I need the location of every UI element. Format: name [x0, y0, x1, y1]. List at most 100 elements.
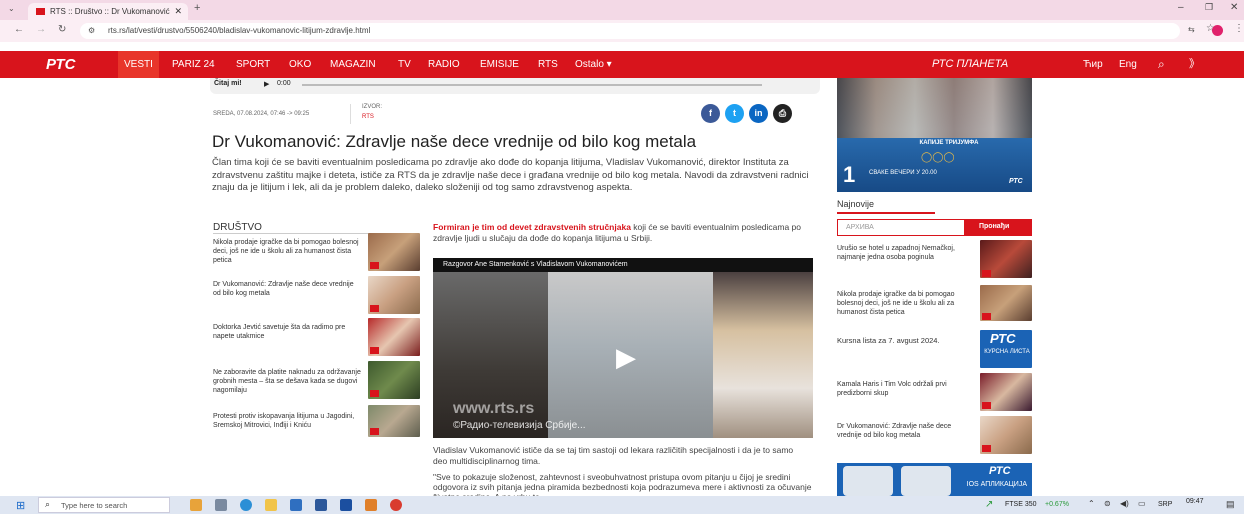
minimize-icon[interactable]: –: [1178, 2, 1184, 13]
latest-item[interactable]: Urušio se hotel u zapadnoj Nemačkoj, naj…: [837, 244, 972, 262]
video-player[interactable]: Razgovor Ane Stamenković s Vladislavom V…: [433, 258, 813, 438]
close-window-icon[interactable]: ✕: [1230, 2, 1238, 13]
nav-item-oko[interactable]: OKO: [289, 51, 311, 78]
drustvo-item[interactable]: Nikola prodaje igračke da bi pomogao bol…: [213, 238, 363, 265]
kursna-brand: РТС: [990, 331, 1016, 346]
archive-search-input[interactable]: АРХИВА: [837, 219, 965, 236]
restore-icon[interactable]: ❐: [1205, 2, 1213, 13]
url-field[interactable]: ⚙ rts.rs/lat/vesti/drustvo/5506240/bladi…: [80, 23, 1180, 39]
browser-tab[interactable]: RTS :: Društvo :: Dr Vukomanović ✕: [28, 3, 188, 20]
video-caption: Razgovor Ane Stamenković s Vladislavom V…: [443, 261, 628, 268]
archive-search-button[interactable]: Пронађи: [965, 219, 1032, 236]
play-icon[interactable]: ▶: [264, 80, 269, 88]
close-tab-icon[interactable]: ✕: [174, 3, 182, 20]
video-frame-right: [713, 272, 813, 438]
task-view-icon[interactable]: [215, 499, 227, 511]
latest-item[interactable]: Kursna lista za 7. avgust 2024.: [837, 336, 977, 345]
rts-logo[interactable]: РТС: [46, 51, 75, 78]
video-cam-icon: [982, 270, 991, 277]
nav-item-radio[interactable]: RADIO: [428, 51, 460, 78]
tray-chevron-icon[interactable]: ⌃: [1088, 499, 1095, 508]
drustvo-heading[interactable]: DRUŠTVO: [213, 222, 262, 233]
stock-name[interactable]: FTSE 350: [1005, 501, 1037, 508]
address-bar: ← → ↻ ⚙ rts.rs/lat/vesti/drustvo/5506240…: [0, 20, 1244, 42]
drustvo-item[interactable]: Dr Vukomanović: Zdravlje naše dece vredn…: [213, 280, 363, 298]
taskbar-search[interactable]: ⌕ Type here to search: [38, 497, 170, 513]
reload-icon[interactable]: ↻: [58, 24, 66, 35]
promo-banner[interactable]: КАПИЈЕ ТРИЈУМФА ◯◯◯ 1 СВАКЕ ВЕЧЕРИ У 20.…: [837, 78, 1032, 192]
new-tab-icon[interactable]: +: [194, 2, 200, 14]
video-cam-icon: [982, 313, 991, 320]
nav-item-pariz24[interactable]: PARIZ 24: [172, 51, 215, 78]
source-label: IZVOR:: [362, 104, 383, 110]
kursna-lista-thumb[interactable]: РТС КУРСНА ЛИСТА: [980, 330, 1032, 368]
nav-item-rts[interactable]: RTS: [538, 51, 558, 78]
source-value[interactable]: RTS: [362, 114, 374, 120]
search-icon[interactable]: ⌕: [1158, 51, 1165, 78]
app-banner[interactable]: РТС IOS АПЛИКАЦИЈА: [837, 463, 1032, 496]
forward-icon[interactable]: →: [36, 24, 46, 35]
store-icon[interactable]: [340, 499, 352, 511]
video-cam-icon: [982, 402, 991, 409]
rss-icon[interactable]: 》: [1189, 51, 1200, 78]
volume-icon[interactable]: ◀): [1120, 499, 1129, 508]
chrome-icon[interactable]: [390, 499, 402, 511]
video-play-icon[interactable]: ▶: [611, 342, 641, 372]
widgets-icon[interactable]: [190, 499, 202, 511]
lang-english[interactable]: Eng: [1119, 51, 1137, 78]
linkedin-share-icon[interactable]: in: [749, 104, 768, 123]
print-icon[interactable]: ⎙: [773, 104, 792, 123]
tab-list-icon[interactable]: ⌄: [8, 4, 15, 13]
promo-channel: 1: [843, 162, 856, 187]
display-icon[interactable]: ▭: [1138, 499, 1146, 508]
site-info-icon[interactable]: ⚙: [88, 23, 95, 39]
audio-player: Čitaj mi! ▶ 0:00 ◀) ⋮: [210, 78, 1010, 94]
clock[interactable]: 09:47: [1186, 498, 1204, 505]
latest-item[interactable]: Kamala Haris i Tim Volc održali prvi pre…: [837, 380, 977, 398]
video-cam-icon: [370, 305, 379, 312]
edge-icon[interactable]: [240, 499, 252, 511]
input-language[interactable]: SRP: [1158, 501, 1172, 508]
photos-icon[interactable]: [365, 499, 377, 511]
video-cam-icon: [370, 347, 379, 354]
rts-planeta-link[interactable]: РТС ПЛАНЕТА: [932, 51, 1008, 78]
drustvo-item[interactable]: Doktorka Jevtić savetuje šta da radimo p…: [213, 323, 363, 341]
translate-icon[interactable]: ⇆: [1188, 25, 1195, 34]
article-date: SREDA, 07.08.2024, 07:46 -> 09:25: [213, 111, 310, 117]
nav-item-vesti[interactable]: VESTI: [118, 51, 159, 78]
latest-item[interactable]: Dr Vukomanović: Zdravlje naše dece vredn…: [837, 422, 977, 440]
url-text: rts.rs/lat/vesti/drustvo/5506240/bladisl…: [108, 26, 371, 35]
promo-brand: РТС: [1009, 178, 1023, 185]
mail-icon[interactable]: [290, 499, 302, 511]
phone-mockup: [843, 466, 893, 496]
drustvo-item[interactable]: Protesti protiv iskopavanja litijuma u J…: [213, 412, 363, 430]
notifications-icon[interactable]: ▤: [1226, 499, 1235, 510]
file-explorer-icon[interactable]: [265, 499, 277, 511]
kursna-label: КУРСНА ЛИСТА: [984, 349, 1030, 355]
tab-title: RTS :: Društvo :: Dr Vukomanović: [50, 7, 170, 16]
browser-menu-icon[interactable]: ⋮: [1234, 23, 1244, 34]
windows-start-icon[interactable]: ⊞: [16, 499, 25, 512]
drustvo-item[interactable]: Ne zaboravite da platite naknadu za održ…: [213, 368, 363, 395]
nav-item-sport[interactable]: SPORT: [236, 51, 270, 78]
facebook-share-icon[interactable]: f: [701, 104, 720, 123]
word-icon[interactable]: [315, 499, 327, 511]
nav-item-tv[interactable]: TV: [398, 51, 411, 78]
twitter-share-icon[interactable]: t: [725, 104, 744, 123]
site-favicon: [36, 8, 45, 15]
lang-cyrillic[interactable]: Ћир: [1083, 51, 1103, 78]
latest-item[interactable]: Nikola prodaje igračke da bi pomogao bol…: [837, 290, 977, 317]
nav-item-emisije[interactable]: EMISIJE: [480, 51, 519, 78]
site-nav: РТС VESTI PARIZ 24 SPORT OKO MAGAZIN TV …: [0, 51, 1244, 78]
audio-progress-track[interactable]: [302, 84, 762, 86]
video-caption-bar: Razgovor Ane Stamenković s Vladislavom V…: [433, 258, 813, 272]
search-icon: ⌕: [45, 499, 51, 509]
network-icon[interactable]: ⊜: [1104, 499, 1111, 508]
nav-item-magazin[interactable]: MAGAZIN: [330, 51, 376, 78]
back-icon[interactable]: ←: [14, 24, 24, 35]
article-lead: Član tima koji će se baviti eventualnim …: [212, 157, 809, 193]
team-link[interactable]: Formiran je tim od devet zdravstvenih st…: [433, 222, 631, 232]
nav-item-ostalo[interactable]: Ostalo ▾: [575, 51, 612, 78]
profile-avatar[interactable]: [1212, 25, 1223, 36]
olympic-rings-icon: ◯◯◯: [921, 152, 955, 163]
